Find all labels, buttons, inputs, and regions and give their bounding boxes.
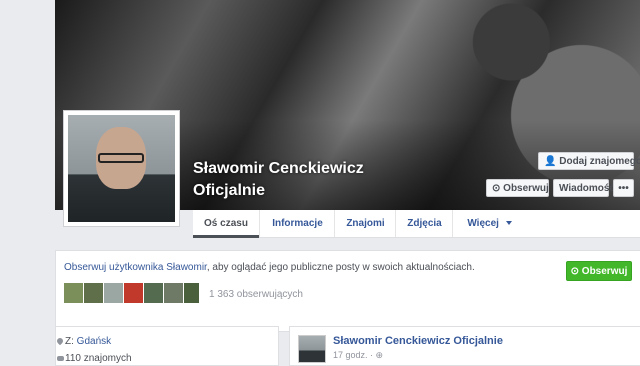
friends-icon [57,356,64,361]
tab-photos-label: Zdjęcia [407,218,442,229]
more-label: ••• [618,183,629,194]
follower-thumbnail[interactable] [104,283,123,303]
globe-icon: ⊕ [375,350,384,360]
page-title[interactable]: Sławomir Cenckiewicz Oficjalnie [193,158,364,202]
tab-timeline-label: Oś czasu [204,218,248,229]
follower-thumbnails[interactable] [64,283,199,303]
message-button[interactable]: Wiadomość [553,179,615,197]
follower-thumbnail[interactable] [184,283,199,303]
tab-timeline[interactable]: Oś czasu [193,210,259,238]
follower-count[interactable]: 1 363 obserwujących [209,289,303,300]
follower-thumbnail[interactable] [64,283,83,303]
tab-photos[interactable]: Zdjęcia [395,210,453,237]
post-author-name[interactable]: Sławomir Cenckiewicz Oficjalnie [333,335,503,347]
follow-label: Obserwuj [503,183,549,194]
avatar-glasses [98,153,144,163]
profile-picture[interactable] [63,110,180,227]
follow-button[interactable]: ⊙ Obserwuj [486,179,549,197]
chevron-down-icon [505,221,512,226]
tab-about-label: Informacje [272,218,323,229]
tab-friends-label: Znajomi [346,218,385,229]
tab-more-label: Więcej [467,218,499,229]
post-time-text: 17 godz. · [333,350,376,360]
follower-thumbnail[interactable] [164,283,183,303]
active-tab-indicator [193,235,259,238]
message-label: Wiadomość [559,183,616,194]
intro-friends[interactable]: 110 znajomych [65,353,132,364]
follow-green-button[interactable]: ⊙ Obserwuj [566,261,632,281]
follower-thumbnail[interactable] [144,283,163,303]
tab-friends[interactable]: Znajomi [334,210,396,237]
rss-icon: ⊙ [492,183,501,194]
location-link[interactable]: Gdańsk [77,336,111,347]
page-title-line1: Sławomir Cenckiewicz [193,160,364,177]
location-prefix: Z: [65,336,77,347]
intro-location: Z: Gdańsk [65,336,111,347]
profile-photo [68,115,175,222]
add-friend-button[interactable]: 👤 Dodaj znajomego [538,152,640,170]
follower-thumbnail[interactable] [124,283,143,303]
follow-green-label: Obserwuj [581,266,628,277]
follow-prompt-rest: , aby oglądać jego publiczne posty w swo… [206,262,475,273]
tab-about[interactable]: Informacje [259,210,335,237]
left-gutter [0,0,55,361]
follow-user-link[interactable]: Obserwuj użytkownika Sławomir [64,262,207,273]
rss-icon: ⊙ [570,266,580,277]
more-options-button[interactable]: ••• [613,179,634,197]
post-author-avatar[interactable] [298,335,326,363]
tab-more[interactable]: Więcej [452,210,526,237]
follow-prompt-box: Obserwuj użytkownika Sławomir, aby ogląd… [55,250,640,332]
add-friend-label: Dodaj znajomego [559,156,640,167]
page-title-line2: Oficjalnie [193,182,266,199]
follower-thumbnail[interactable] [84,283,103,303]
profile-tabs: Oś czasu Informacje Znajomi Zdjęcia Więc… [193,210,640,238]
post-timestamp[interactable]: 17 godz. · ⊕ [333,350,383,361]
follow-prompt-text: Obserwuj użytkownika Sławomir, aby ogląd… [64,262,475,273]
add-user-icon: 👤 [544,156,557,167]
